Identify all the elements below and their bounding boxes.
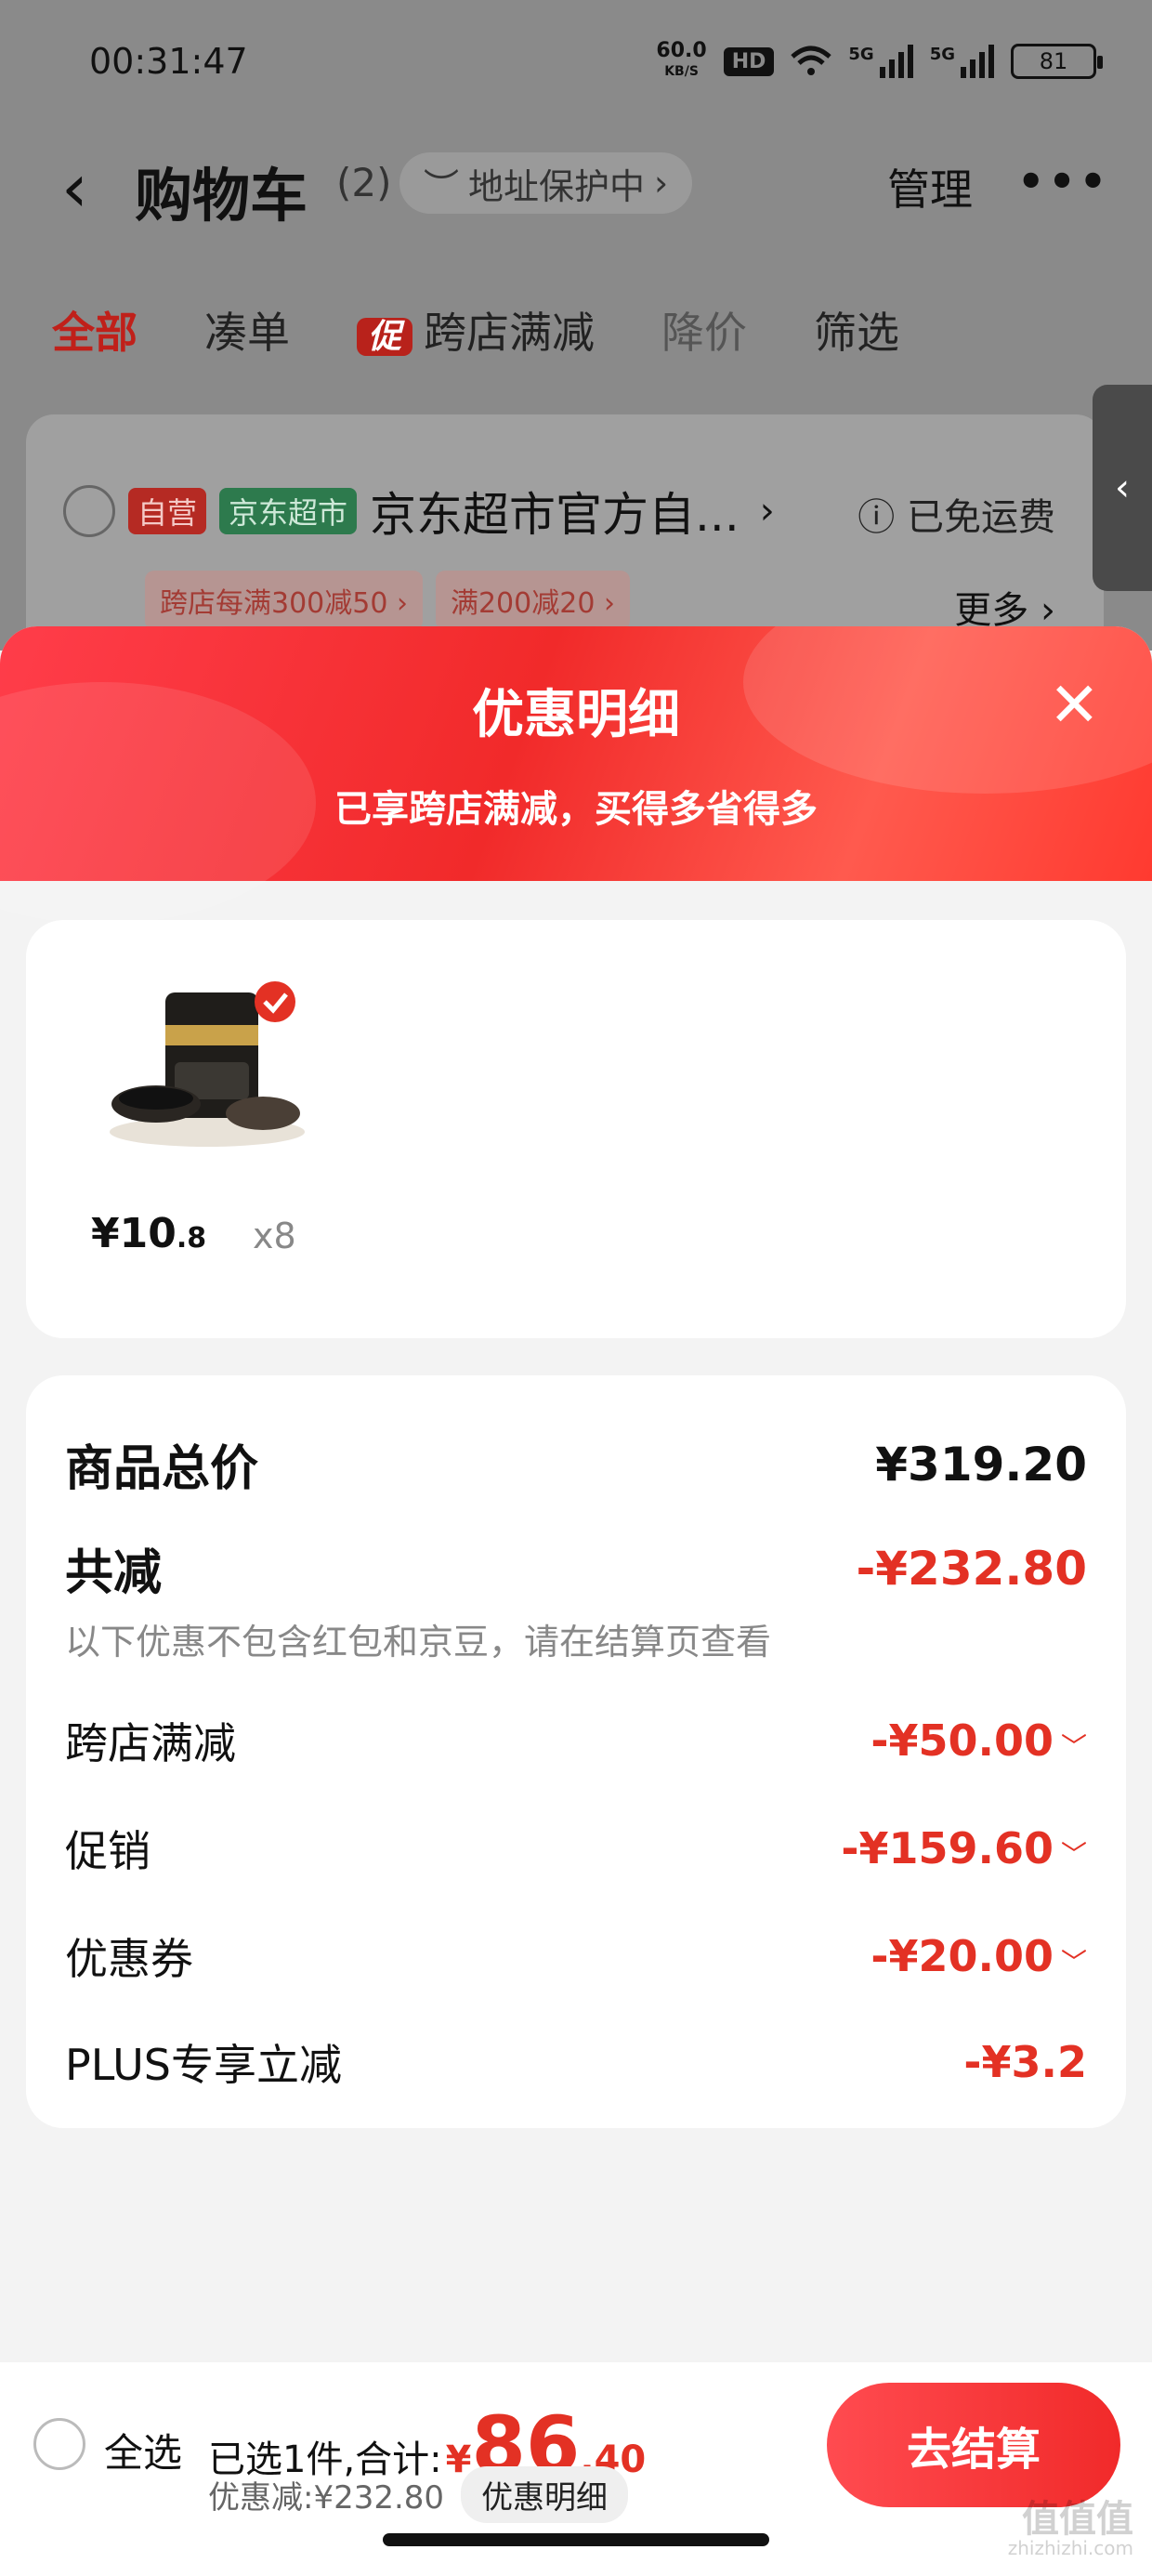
sheet-header: 优惠明细 已享跨店满减，买得多省得多 ✕ bbox=[0, 626, 1152, 924]
item-price: ¥10.8 bbox=[91, 1210, 207, 1257]
eye-closed-icon: ︶ bbox=[424, 165, 460, 207]
total-price-row: 商品总价 ¥319.20 bbox=[65, 1429, 1087, 1499]
store-card: 自营 京东超市 京东超市官方自... › ⓘ 已免运费 跨店每满300减50 ›… bbox=[26, 414, 1104, 656]
discount-line-plus: PLUS专享立减 -¥3.2 bbox=[65, 2031, 1087, 2093]
page-title: 购物车 bbox=[135, 162, 308, 230]
tab-price-drop[interactable]: 降价 bbox=[661, 299, 747, 361]
total-price-value: ¥319.20 bbox=[875, 1437, 1087, 1492]
discount-line-value: -¥3.2 bbox=[963, 2037, 1087, 2087]
discount-summary: 优惠减:¥232.80 优惠明细 bbox=[208, 2466, 629, 2523]
discount-line-value: -¥50.00 bbox=[871, 1715, 1054, 1766]
discount-note: 以下优惠不包含红包和京豆，请在结算页查看 bbox=[65, 1622, 772, 1663]
hd-icon: HD bbox=[723, 46, 775, 76]
tab-filter[interactable]: 筛选 bbox=[814, 299, 899, 361]
close-icon[interactable]: ✕ bbox=[1049, 675, 1100, 736]
price-summary-card: 商品总价 ¥319.20 共减 -¥232.80 以下优惠不包含红包和京豆，请在… bbox=[26, 1375, 1126, 2128]
item-quantity: x8 bbox=[253, 1216, 296, 1256]
chevron-right-icon: › bbox=[759, 490, 775, 532]
cart-count: (2) bbox=[336, 160, 392, 205]
discount-line-label: 促销 bbox=[65, 1826, 151, 1876]
coupon-tag[interactable]: 跨店每满300减50 › bbox=[145, 571, 423, 630]
discount-detail-button[interactable]: 优惠明细 bbox=[461, 2466, 629, 2523]
sheet-subtitle: 已享跨店满减，买得多省得多 bbox=[334, 788, 818, 831]
sheet-title: 优惠明细 bbox=[472, 685, 680, 745]
chevron-down-icon: ﹀ bbox=[1060, 1839, 1087, 1870]
total-price-label: 商品总价 bbox=[65, 1441, 259, 1497]
total-reduce-row: 共减 -¥232.80 bbox=[65, 1533, 1087, 1603]
total-reduce-label: 共减 bbox=[65, 1545, 163, 1601]
manage-button[interactable]: 管理 bbox=[887, 156, 973, 217]
watermark: 值值值 zhizhizhi.com bbox=[1007, 2498, 1133, 2559]
coupon-tag[interactable]: 满200减20 › bbox=[435, 571, 630, 630]
back-icon[interactable]: ‹ bbox=[61, 149, 88, 227]
chevron-left-icon: ‹ bbox=[1115, 467, 1130, 509]
chevron-down-icon: ﹀ bbox=[1060, 1947, 1087, 1978]
checkout-button[interactable]: 去结算 bbox=[827, 2383, 1120, 2507]
chevron-right-icon: › bbox=[654, 163, 669, 204]
product-thumbnail[interactable] bbox=[100, 974, 314, 1150]
tab-cross-store[interactable]: 促跨店满减 bbox=[357, 299, 595, 361]
discount-line-cross-store[interactable]: 跨店满减 -¥50.00 ﹀ bbox=[65, 1710, 1087, 1771]
select-all-radio[interactable] bbox=[33, 2418, 85, 2470]
wifi-icon bbox=[791, 46, 832, 75]
discount-line-promotion[interactable]: 促销 -¥159.60 ﹀ bbox=[65, 1818, 1087, 1879]
discount-line-label: 跨店满减 bbox=[65, 1718, 236, 1768]
tab-add-on[interactable]: 凑单 bbox=[204, 299, 290, 361]
self-operated-tag: 自营 bbox=[128, 488, 207, 534]
store-name[interactable]: 京东超市官方自... bbox=[370, 478, 740, 545]
store-header: 自营 京东超市 京东超市官方自... › bbox=[63, 478, 775, 545]
tab-cross-store-label: 跨店满减 bbox=[424, 308, 596, 358]
store-select-radio[interactable] bbox=[63, 485, 115, 537]
tab-all[interactable]: 全部 bbox=[52, 299, 137, 361]
info-icon: ⓘ bbox=[857, 496, 907, 539]
chevron-down-icon: ﹀ bbox=[1060, 1731, 1087, 1762]
network-rate: 60.0 KB/S bbox=[656, 39, 707, 80]
discount-amount-label: 优惠减:¥232.80 bbox=[208, 2479, 445, 2517]
discount-line-label: 优惠券 bbox=[65, 1934, 193, 1984]
discount-line-value: -¥20.00 bbox=[871, 1931, 1054, 1981]
status-icons: 60.0 KB/S HD 5G 5G 81 bbox=[656, 39, 1103, 82]
free-shipping-label: ⓘ 已免运费 bbox=[857, 496, 1055, 539]
coupon-row: 跨店每满300减50 › 满200减20 › bbox=[145, 571, 630, 630]
discount-detail-sheet: 优惠明细 已享跨店满减，买得多省得多 ✕ ¥10.8 x8 商品总价 ¥319.… bbox=[0, 626, 1152, 2576]
selected-items-card: ¥10.8 x8 bbox=[26, 920, 1126, 1338]
discount-line-value: -¥159.60 bbox=[841, 1823, 1054, 1873]
select-all-label[interactable]: 全选 bbox=[104, 2422, 182, 2478]
discount-line-coupon[interactable]: 优惠券 -¥20.00 ﹀ bbox=[65, 1925, 1087, 1987]
signal-icon: 5G bbox=[848, 45, 913, 78]
more-menu-icon[interactable]: ••• bbox=[1017, 156, 1110, 206]
filter-tabs: 全部 凑单 促跨店满减 降价 筛选 bbox=[52, 299, 966, 361]
total-reduce-value: -¥232.80 bbox=[856, 1541, 1088, 1596]
status-time: 00:31:47 bbox=[89, 41, 248, 82]
signal-icon-2: 5G bbox=[930, 45, 994, 78]
supermarket-tag: 京东超市 bbox=[219, 488, 358, 534]
home-indicator[interactable] bbox=[383, 2533, 769, 2546]
address-protect-label: 地址保护中 bbox=[468, 165, 646, 207]
side-drawer-handle[interactable]: ‹ bbox=[1093, 385, 1152, 591]
discount-line-label: PLUS专享立减 bbox=[65, 2040, 342, 2090]
battery-icon: 81 bbox=[1011, 44, 1103, 79]
promo-tag: 促 bbox=[357, 318, 413, 356]
address-protect-pill[interactable]: ︶ 地址保护中 › bbox=[399, 152, 693, 214]
